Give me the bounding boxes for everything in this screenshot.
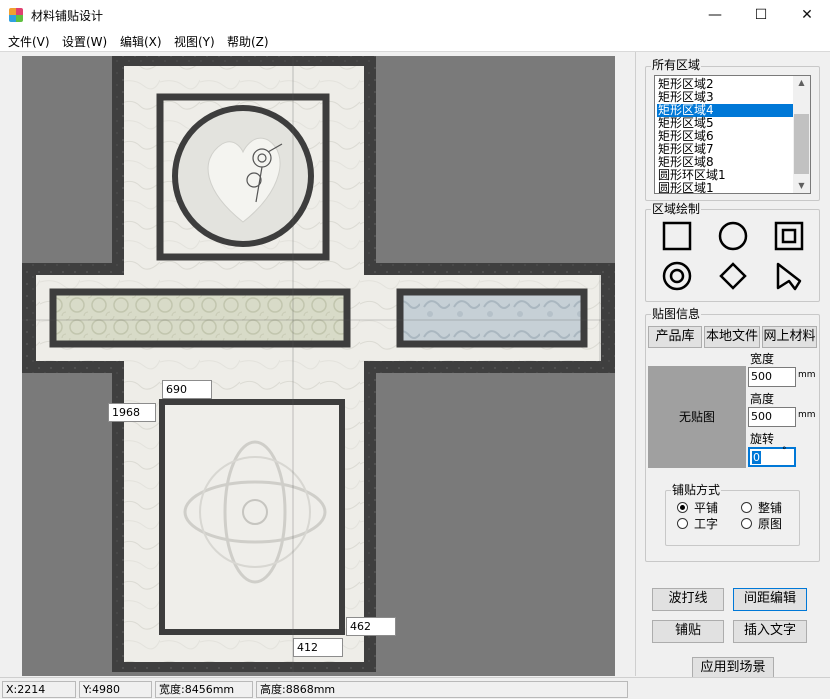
- wave-line-button[interactable]: 波打线: [652, 588, 724, 611]
- status-width: 宽度:8456mm: [155, 681, 253, 698]
- pave-button[interactable]: 铺贴: [652, 620, 724, 643]
- minimize-button[interactable]: —: [692, 0, 738, 30]
- height-label: 高度: [750, 392, 775, 406]
- dimension-label[interactable]: 412: [293, 638, 343, 657]
- square-icon[interactable]: [660, 219, 694, 253]
- design-canvas-area[interactable]: 690 1968 462 412: [0, 52, 636, 676]
- radio-checked-icon: [677, 502, 688, 513]
- scroll-down-icon[interactable]: ▼: [793, 179, 810, 193]
- insert-text-button[interactable]: 插入文字: [733, 620, 807, 643]
- online-material-button[interactable]: 网上材料: [762, 326, 817, 348]
- rotate-input[interactable]: 0: [748, 447, 796, 467]
- radio-unchecked-icon: [741, 518, 752, 529]
- radio-label: 工字: [694, 517, 719, 531]
- height-input[interactable]: 500: [748, 407, 796, 427]
- width-input[interactable]: 500: [748, 367, 796, 387]
- regions-listbox[interactable]: 矩形区域2 矩形区域3 矩形区域4 矩形区域5 矩形区域6 矩形区域7 矩形区域…: [654, 75, 811, 194]
- rotate-label: 旋转: [750, 432, 775, 446]
- paving-brick-radio[interactable]: 工字: [677, 515, 718, 532]
- square-ring-icon[interactable]: [772, 219, 806, 253]
- texture-group-title: 贴图信息: [651, 307, 702, 321]
- regions-group-title: 所有区域: [651, 58, 702, 72]
- radio-unchecked-icon: [741, 502, 752, 513]
- dimension-label[interactable]: 462: [346, 617, 396, 636]
- dimension-label[interactable]: 1968: [108, 403, 156, 422]
- radio-unchecked-icon: [677, 518, 688, 529]
- regions-scrollbar[interactable]: ▲ ▼: [793, 76, 810, 193]
- width-label: 宽度: [750, 352, 775, 366]
- product-library-button[interactable]: 产品库: [648, 326, 702, 348]
- radio-label: 整铺: [758, 501, 783, 515]
- menu-edit[interactable]: 编辑(X): [120, 33, 162, 50]
- circle-icon[interactable]: [716, 219, 750, 253]
- paving-whole-radio[interactable]: 整铺: [741, 499, 782, 516]
- menu-file[interactable]: 文件(V): [8, 33, 50, 50]
- menu-settings[interactable]: 设置(W): [62, 33, 107, 50]
- app-icon: [9, 8, 23, 22]
- height-unit: mm: [798, 410, 816, 420]
- dimension-label[interactable]: 690: [162, 380, 212, 399]
- polygon-icon[interactable]: [772, 259, 806, 293]
- texture-preview: 无贴图: [648, 366, 746, 468]
- status-bar: X:2214 Y:4980 宽度:8456mm 高度:8868mm: [0, 677, 830, 699]
- window-title: 材料铺贴设计: [31, 9, 104, 23]
- status-x: X:2214: [2, 681, 76, 698]
- draw-group-title: 区域绘制: [651, 202, 702, 216]
- paving-mode-title: 铺贴方式: [671, 483, 722, 497]
- menu-help[interactable]: 帮助(Z): [227, 33, 269, 50]
- local-file-button[interactable]: 本地文件: [704, 326, 760, 348]
- diamond-icon[interactable]: [716, 259, 750, 293]
- radio-label: 原图: [758, 517, 783, 531]
- maximize-button[interactable]: ☐: [738, 0, 784, 30]
- floor-plan-canvas[interactable]: [0, 52, 636, 676]
- scroll-thumb[interactable]: [794, 114, 809, 174]
- circle-ring-icon[interactable]: [660, 259, 694, 293]
- rotate-value: 0: [752, 451, 761, 464]
- title-bar: 材料铺贴设计 — ☐ ✕: [0, 0, 830, 30]
- width-unit: mm: [798, 370, 816, 380]
- paving-tile-radio[interactable]: 平铺: [677, 499, 718, 516]
- scroll-up-icon[interactable]: ▲: [793, 76, 810, 90]
- rotate-unit: °: [782, 446, 787, 456]
- close-button[interactable]: ✕: [784, 0, 830, 30]
- menu-bar: 文件(V) 设置(W) 编辑(X) 视图(Y) 帮助(Z): [0, 30, 830, 52]
- spacing-edit-button[interactable]: 间距编辑: [733, 588, 807, 611]
- radio-label: 平铺: [694, 501, 719, 515]
- menu-view[interactable]: 视图(Y): [174, 33, 215, 50]
- status-y: Y:4980: [79, 681, 152, 698]
- list-item[interactable]: 圆形区域1: [657, 182, 794, 194]
- status-height: 高度:8868mm: [256, 681, 628, 698]
- paving-original-radio[interactable]: 原图: [741, 515, 782, 532]
